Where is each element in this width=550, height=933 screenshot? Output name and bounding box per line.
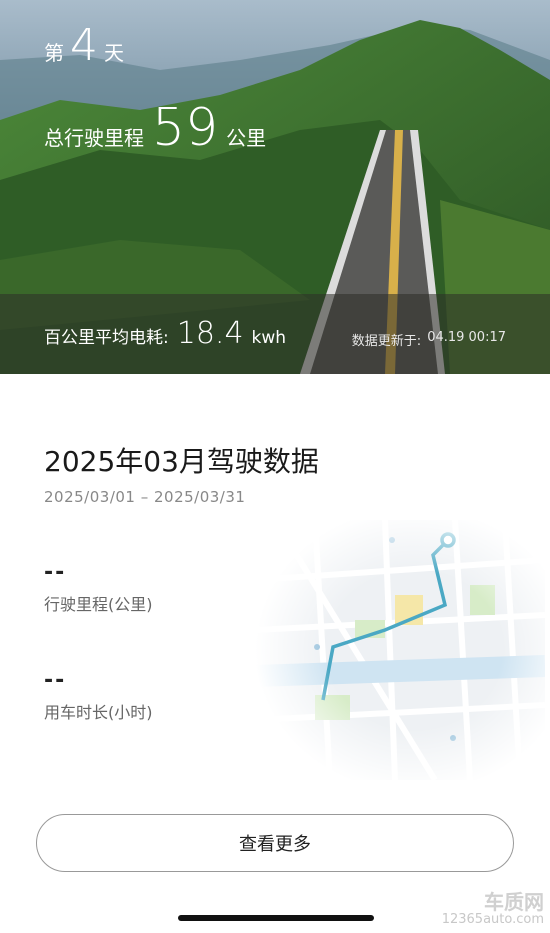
day-prefix: 第 — [44, 41, 64, 65]
view-more-button[interactable]: 查看更多 — [36, 814, 514, 872]
stat-duration-label: 用车时长(小时) — [44, 703, 153, 722]
avg-label: 百公里平均电耗: — [44, 328, 169, 348]
day-number: 4 — [70, 20, 98, 71]
mileage-label: 总行驶里程 — [44, 126, 144, 150]
mileage-value: 59 — [152, 98, 219, 158]
stat-mileage-value: -- — [44, 560, 67, 585]
watermark: 车质网 12365auto.com — [442, 891, 544, 927]
day-suffix: 天 — [104, 41, 124, 65]
date-range: 2025/03/01 – 2025/03/31 — [44, 488, 246, 506]
update-info: 数据更新于: 04.19 00:17 — [352, 330, 506, 349]
trip-day: 第 4 天 — [44, 20, 124, 71]
stat-duration: -- 用车时长(小时) — [44, 668, 153, 723]
home-indicator[interactable] — [178, 915, 374, 921]
avg-consumption: 百公里平均电耗: 18.4 kwh — [44, 316, 286, 351]
route-map — [255, 520, 545, 780]
page-title: 2025年03月驾驶数据 — [44, 445, 319, 478]
hero-banner: 第 4 天 总行驶里程 59 公里 百公里平均电耗: 18.4 kwh 数据更新… — [0, 0, 550, 374]
stat-mileage-label: 行驶里程(公里) — [44, 595, 153, 614]
update-time: 04.19 00:17 — [427, 330, 506, 345]
mileage-unit: 公里 — [226, 126, 267, 150]
stat-duration-value: -- — [44, 668, 67, 693]
watermark-url: 12365auto.com — [441, 911, 544, 927]
avg-unit: kwh — [251, 328, 287, 348]
stat-mileage: -- 行驶里程(公里) — [44, 560, 153, 615]
update-label: 数据更新于: — [351, 334, 422, 349]
avg-value: 18.4 — [176, 316, 244, 351]
watermark-logo-text: 车质网 — [484, 889, 544, 914]
total-mileage: 总行驶里程 59 公里 — [44, 98, 266, 158]
consumption-bar: 百公里平均电耗: 18.4 kwh 数据更新于: 04.19 00:17 — [0, 294, 550, 374]
